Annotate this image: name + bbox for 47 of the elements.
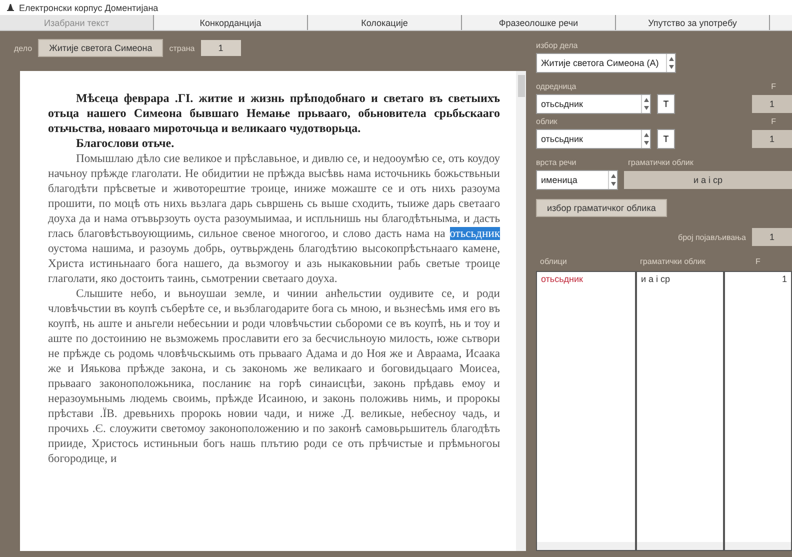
frequency-label: F — [771, 117, 776, 126]
text-heading: Благослови отьче. — [75, 136, 176, 151]
work-select-label: избор дела — [536, 41, 579, 50]
form-label: облик — [536, 117, 558, 126]
pos-select[interactable]: именица — [536, 170, 618, 190]
down-arrow-icon[interactable] — [644, 141, 648, 145]
scrollbar[interactable] — [516, 71, 526, 551]
scrollbar[interactable] — [725, 542, 791, 550]
lemma-count: 1 — [752, 95, 792, 113]
scrollbar[interactable] — [637, 542, 723, 550]
up-arrow-icon[interactable] — [668, 57, 674, 61]
work-button[interactable]: Житије светога Симеона — [38, 39, 164, 57]
window-title: Електронски корпус Доментијана — [19, 2, 158, 12]
page-field[interactable]: 1 — [200, 40, 241, 56]
occurrences-label: број појављивања — [678, 232, 746, 242]
up-arrow-icon[interactable] — [644, 133, 648, 137]
table-cell[interactable]: отьсьдник — [537, 272, 635, 286]
grammar-value: и а і ср — [624, 171, 792, 189]
app-icon — [6, 3, 15, 12]
grammar-label: граматички облик — [628, 158, 694, 167]
up-arrow-icon[interactable] — [644, 98, 648, 102]
form-field[interactable]: отьсьдник — [536, 129, 651, 149]
text-paragraph: Помышлаю дѣло сие великое и прѣславьное, и дивлю се, и недооумѣю се, оть коудоу начьноу прѣжде глаголати. Не обидитии не прѣжда высѣвь нама источьникь божьствьныи благодѣти прѣсветые и животорештие троице, иниже можаште се и оть нихь разоума прошити, по моцѣ оть нихь вьзлага дарь сьвршень сь выше сходить, тыиже дарь светааго доуха да и нама отъвьрзоуть оуста разоумыимаа, и испльнишь ны благодѣтьныма, и дасть глась благовѣстьвоующиимь, сильное свеное многогоо, и слово дасть нама на отьсьдник оустома нашима, и разоумь добрь, оутвьрждень благодѣтию высокопрѣстьнааго камене, Христа истиньнааго бога нашего, да вьзмогоу и азь ныкаковьнии рабь светые троице глаголати, яко достоить таинь, сьмотрении светааго доуха. — [48, 151, 500, 286]
t-button[interactable]: Т — [657, 129, 675, 149]
down-arrow-icon[interactable] — [668, 65, 674, 69]
pos-label: врста речи — [536, 158, 578, 167]
occurrences-count: 1 — [752, 228, 792, 246]
down-arrow-icon[interactable] — [644, 106, 648, 110]
t-button[interactable]: Т — [657, 94, 675, 114]
up-arrow-icon[interactable] — [610, 174, 616, 178]
scrollbar[interactable] — [537, 542, 635, 550]
text-paragraph: Слышите небо, и вьноушаи земле, и чинии анћельстии оудивите се, и роди чловѣчьстии въ коупѣ съберѣте се, и вьзблагодарите бога сь мною, и вьзнесѣмь имя его въ коупѣ, нь аште и аньгели небесьнии и роди чловѣчьстии сьбороми се въ коупѣ, нь и тоу и аште по достоинию не вьзможемь прославити его за бесчисльноую милость, юже сьтвори не прѣжде сь родомь чловѣчьскыимь оть прьвааго Адама и до Ноя же и Авраама, Исаака же и Ияькова прѣжде закона, и сь закономь же великааго и боговидьцааго Моисеа, прьвааго законоположьника, посланиѥ на горѣ синаисцѣи, законь прѣдавь емоу и неразоумьнымь людемь своимь, прѣжде Исаиною, и законь положивь нимь, и пророкы прѣстави .ЇВ. древьнихь пророкь новии чади, и ниже .Д. великые, небесноу чадь, и прочихь .Є. слоужити светомоу законоположению и по законѣ самовьрьшитель благодѣть прииде, Христось истиньныи богь нашь плътию роди се оть прѣчистые и прѣмьногоы богородице, и — [48, 286, 500, 466]
column-header: граматички облик — [639, 257, 706, 268]
column-header: облици — [539, 257, 568, 268]
work-label: дело — [14, 44, 32, 52]
frequency-label: F — [771, 82, 776, 91]
page-label: страна — [169, 44, 195, 52]
work-select[interactable]: Житије светога Симеона (А) — [536, 53, 676, 73]
lemma-field[interactable]: отьсьдник — [536, 94, 651, 114]
form-count: 1 — [752, 130, 792, 148]
column-header: F — [754, 257, 762, 268]
table-cell-text: 1 — [780, 273, 788, 286]
lemma-label: одредница — [536, 82, 576, 91]
text-heading: Мѣсеца феврара .ГІ. житие и жизнь прѣподобнаго и светаго въ светыихъ отьца нашего Симеона бывшаго Немање прьвааго, обьновитела срьбьскааго отьчьства, новааго мироточьца и великааго чудотворьца. — [48, 91, 500, 136]
down-arrow-icon[interactable] — [610, 182, 616, 186]
table-cell-text: и а і ср — [640, 273, 672, 286]
grammar-select-button[interactable]: избор граматичког облика — [536, 199, 667, 217]
